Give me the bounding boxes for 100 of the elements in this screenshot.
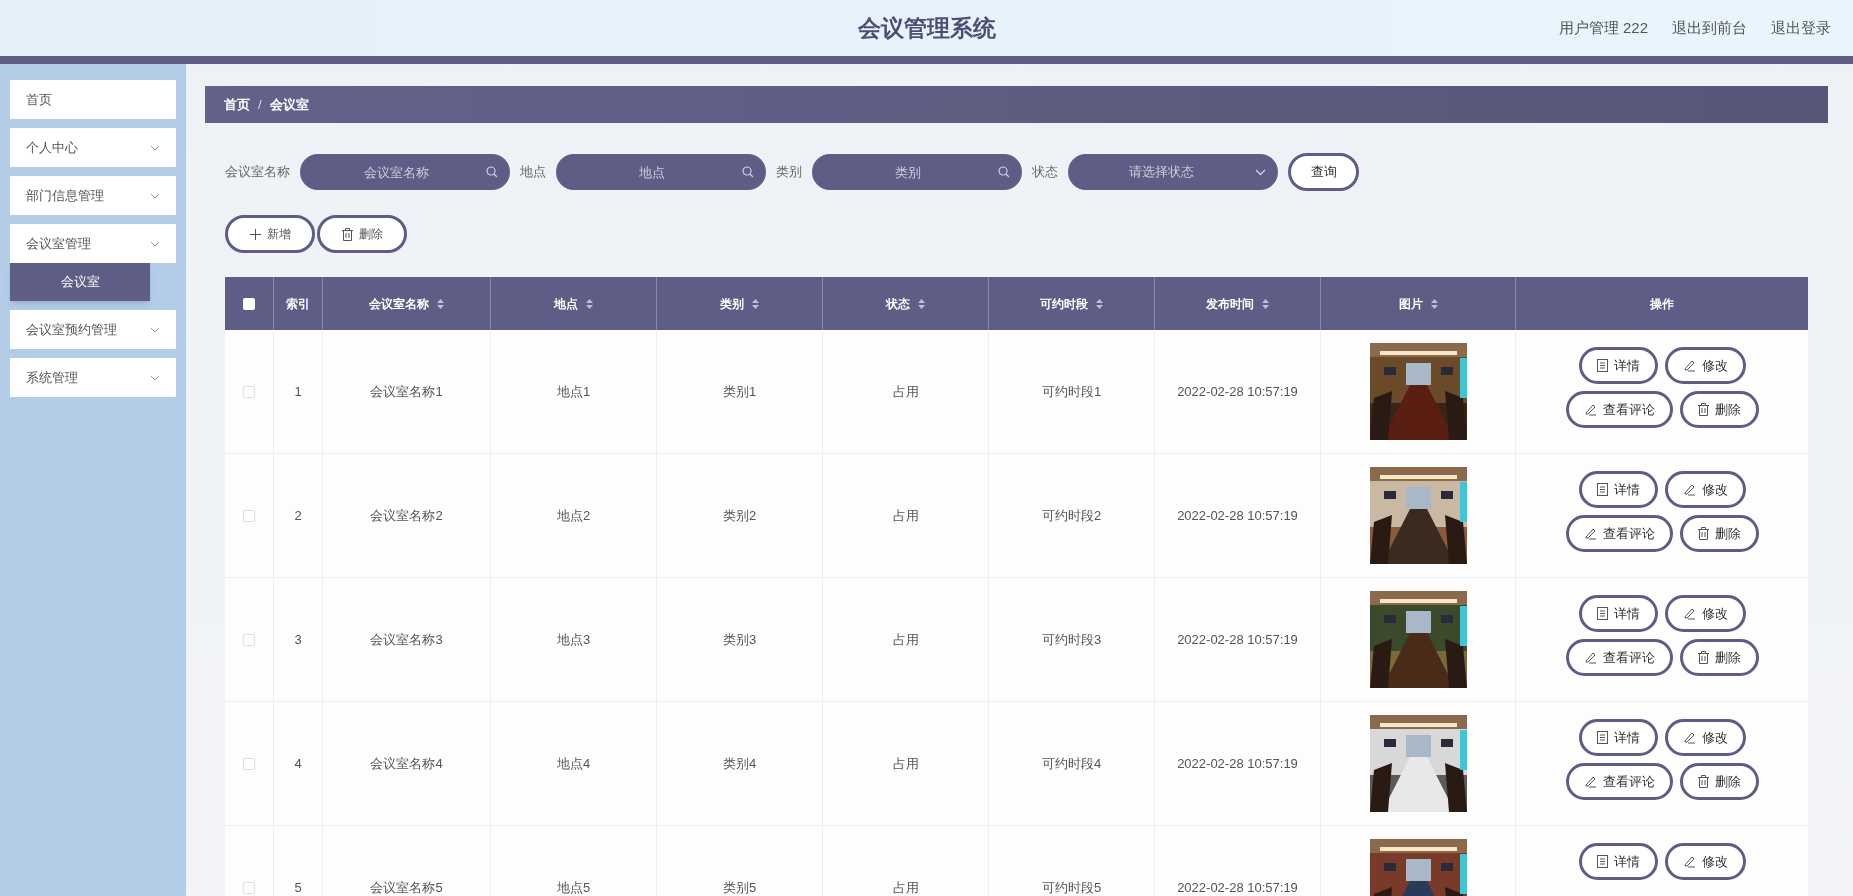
trash-icon	[1697, 651, 1709, 664]
delete-button[interactable]: 删除	[1679, 763, 1759, 800]
header-link[interactable]: 退出到前台	[1672, 16, 1747, 40]
table-cell-text: 地点3	[556, 630, 591, 649]
delete-button[interactable]: 删除	[1679, 515, 1759, 552]
sidebar-subitem[interactable]: 会议室	[10, 263, 150, 301]
sort-icon[interactable]	[752, 298, 759, 309]
chevron-down-icon	[1255, 168, 1266, 176]
sort-icon[interactable]	[918, 298, 925, 309]
sort-icon[interactable]	[586, 298, 593, 309]
edit-button[interactable]: 修改	[1664, 843, 1746, 880]
table-cell-text: 地点5	[556, 878, 591, 896]
column-header: 操作	[1650, 295, 1674, 313]
sidebar-item[interactable]: 会议室预约管理	[10, 310, 176, 349]
plus-icon	[249, 228, 261, 240]
details-button[interactable]: 详情	[1578, 471, 1658, 508]
table-cell-text: 可约时段2	[1041, 506, 1102, 525]
table-cell-text: 3	[294, 630, 302, 649]
edit-button[interactable]: 修改	[1664, 471, 1746, 508]
table-cell-text: 类别1	[722, 382, 757, 401]
header-link[interactable]: 用户管理 222	[1558, 16, 1648, 40]
edit-button[interactable]: 修改	[1664, 595, 1746, 632]
search-icon	[486, 166, 498, 178]
comments-button[interactable]: 查看评论	[1565, 763, 1673, 800]
edit-button[interactable]: 修改	[1664, 719, 1746, 756]
details-button[interactable]: 详情	[1578, 347, 1658, 384]
trash-icon	[1697, 527, 1709, 540]
select-all-checkbox[interactable]	[243, 297, 255, 310]
trash-icon	[1697, 775, 1709, 788]
details-button[interactable]: 详情	[1578, 719, 1658, 756]
delete-button[interactable]: 删除	[317, 215, 407, 253]
table-cell-text: 类别2	[722, 506, 757, 525]
delete-button[interactable]: 删除	[1679, 639, 1759, 676]
table-cell-text: 会议室名称4	[370, 754, 443, 773]
table-cell-text: 2022-02-28 10:57:19	[1177, 878, 1298, 896]
column-header[interactable]: 地点	[554, 294, 578, 313]
trash-icon	[1697, 403, 1709, 416]
document-icon	[1596, 855, 1608, 868]
row-checkbox[interactable]	[243, 757, 255, 770]
table-cell-text: 会议室名称1	[370, 382, 443, 401]
filter-label: 地点	[520, 163, 546, 182]
table-cell-text: 地点4	[556, 754, 591, 773]
column-header[interactable]: 会议室名称	[369, 294, 429, 313]
sort-icon[interactable]	[1430, 298, 1438, 309]
table-cell-text: 2022-02-28 10:57:19	[1177, 754, 1298, 773]
document-icon	[1596, 607, 1608, 620]
document-icon	[1596, 483, 1608, 496]
column-header[interactable]: 发布时间	[1206, 294, 1254, 313]
pencil-icon	[1682, 855, 1696, 868]
details-button[interactable]: 详情	[1578, 595, 1658, 632]
document-icon	[1596, 731, 1608, 744]
search-field[interactable]: 类别	[812, 154, 1022, 190]
column-header[interactable]: 可约时段	[1040, 294, 1088, 313]
details-button[interactable]: 详情	[1578, 843, 1658, 880]
header-link[interactable]: 退出登录	[1771, 16, 1831, 40]
table-cell-text: 2022-02-28 10:57:19	[1177, 630, 1298, 649]
sort-icon[interactable]	[437, 298, 444, 309]
table-cell-text: 类别3	[722, 630, 757, 649]
breadcrumb-link[interactable]: 首页	[224, 94, 250, 115]
comments-button[interactable]: 查看评论	[1565, 391, 1673, 428]
table-cell-text: 4	[294, 754, 302, 773]
sidebar-item[interactable]: 个人中心	[10, 128, 176, 167]
table-cell-text: 会议室名称5	[370, 878, 443, 896]
table-cell-text: 会议室名称2	[370, 506, 443, 525]
table-cell-text: 1	[294, 382, 302, 401]
sidebar-item[interactable]: 系统管理	[10, 358, 176, 397]
filter-label: 会议室名称	[225, 163, 290, 182]
comments-button[interactable]: 查看评论	[1565, 515, 1673, 552]
table-cell-text: 5	[294, 878, 302, 896]
row-checkbox[interactable]	[243, 385, 255, 398]
status-select[interactable]: 请选择状态	[1068, 154, 1278, 190]
sidebar-item[interactable]: 部门信息管理	[10, 176, 176, 215]
column-header[interactable]: 状态	[886, 294, 910, 313]
column-header[interactable]: 类别	[720, 294, 744, 313]
search-button[interactable]: 查询	[1288, 153, 1359, 191]
sidebar-item[interactable]: 会议室管理	[10, 224, 176, 263]
comments-button[interactable]: 查看评论	[1565, 639, 1673, 676]
column-header: 索引	[286, 295, 310, 313]
sort-icon[interactable]	[1096, 298, 1103, 309]
delete-button[interactable]: 删除	[1679, 391, 1759, 428]
row-checkbox[interactable]	[243, 509, 255, 522]
window-title: 会议管理系统	[857, 13, 996, 43]
table-cell-text: 2022-02-28 10:57:19	[1177, 506, 1298, 525]
breadcrumb-link[interactable]: 会议室	[269, 94, 309, 115]
search-field[interactable]: 会议室名称	[300, 154, 510, 190]
add-button[interactable]: 新增	[225, 215, 315, 253]
sort-icon[interactable]	[1262, 298, 1269, 309]
search-field[interactable]: 地点	[556, 154, 766, 190]
row-checkbox[interactable]	[243, 633, 255, 646]
sidebar-item[interactable]: 首页	[10, 80, 176, 119]
column-header[interactable]: 图片	[1398, 294, 1423, 313]
table-cell-text: 可约时段3	[1041, 630, 1102, 649]
table-cell-text: 可约时段1	[1041, 382, 1102, 401]
table-cell-text: 2	[294, 506, 302, 525]
row-checkbox[interactable]	[243, 881, 255, 894]
pencil-icon	[1682, 483, 1696, 496]
edit-button[interactable]: 修改	[1664, 347, 1746, 384]
search-icon	[998, 166, 1010, 178]
pencil-icon	[1682, 607, 1696, 620]
table-cell-text: 占用	[892, 382, 919, 401]
